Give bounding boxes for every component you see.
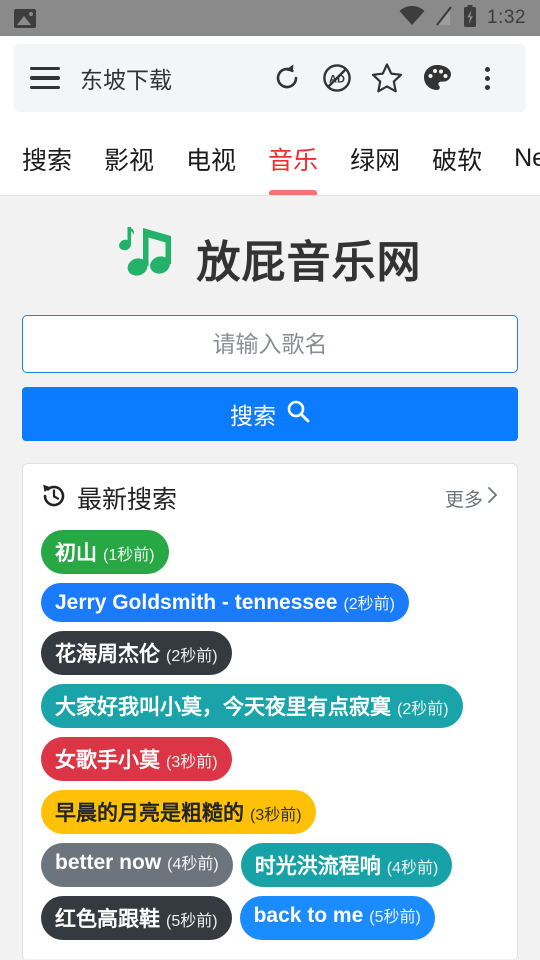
wifi-icon [399,5,425,31]
tab-0[interactable]: 搜索 [6,122,88,195]
search-button[interactable]: 搜索 [22,387,518,441]
history-icon [41,483,67,514]
webpage-content: 放屁音乐网 搜索 最新搜索 [0,196,540,959]
tag-timestamp: (3秒前) [250,807,302,824]
tag-timestamp: (3秒前) [166,754,218,771]
recent-search-tag[interactable]: 花海周杰伦 (2秒前) [41,631,232,675]
recent-search-tag[interactable]: 早晨的月亮是粗糙的 (3秒前) [41,790,316,834]
tag-timestamp: (4秒前) [386,860,439,877]
tab-6[interactable]: New [498,122,540,195]
tag-keyword: 女歌手小莫 [55,749,160,772]
music-note-icon [118,224,183,291]
palette-icon[interactable] [414,55,460,101]
recent-search-tag[interactable]: 女歌手小莫 (3秒前) [41,737,232,781]
recent-searches-more-link[interactable]: 更多 [445,485,499,512]
tab-1[interactable]: 影视 [88,122,170,195]
recent-search-tag[interactable]: 红色高跟鞋 (5秒前) [41,896,232,940]
recent-search-tag[interactable]: 大家好我叫小莫，今天夜里有点寂寞 (2秒前) [41,684,463,728]
browser-toolbar-container: 东坡下载 AD [0,36,540,122]
tag-timestamp: (1秒前) [103,547,155,564]
tab-label: 音乐 [268,146,319,175]
tag-keyword: back to me [253,904,364,927]
tab-3[interactable]: 音乐 [252,122,334,195]
tab-label: 电视 [186,146,237,175]
browser-title: 东坡下载 [80,67,172,93]
category-tab-bar[interactable]: 搜索 影视 电视 音乐 绿网 破软 New [0,122,540,196]
star-icon[interactable] [364,55,410,101]
tab-label: New [514,144,540,172]
browser-toolbar: 东坡下载 AD [14,44,526,112]
recent-searches-title: 最新搜索 [77,486,178,514]
recent-searches-header: 最新搜索 更多 [41,480,499,516]
search-button-label: 搜索 [230,403,276,429]
more-vertical-icon[interactable] [464,55,510,101]
tag-keyword: 红色高跟鞋 [55,908,160,931]
site-branding: 放屁音乐网 [0,196,540,315]
hamburger-menu-icon[interactable] [30,66,60,90]
recent-search-tag-list: 初山 (1秒前) Jerry Goldsmith - tennessee (2秒前) 花… [41,530,499,940]
tag-keyword: 大家好我叫小莫，今天夜里有点寂寞 [55,696,391,719]
recent-search-tag[interactable]: better now (4秒前) [41,843,233,887]
status-bar: 1:32 [0,0,540,36]
recent-search-tag[interactable]: Jerry Goldsmith - tennessee (2秒前) [41,583,409,622]
tab-5[interactable]: 破软 [416,122,498,195]
more-label: 更多 [444,489,483,511]
tag-timestamp: (2秒前) [397,701,449,718]
tag-keyword: 时光洪流程响 [254,855,381,878]
recent-search-tag[interactable]: 时光洪流程响 (4秒前) [240,843,453,887]
ad-block-icon[interactable]: AD [314,55,360,101]
image-icon [14,8,36,28]
tag-keyword: 早晨的月亮是粗糙的 [55,802,244,825]
chevron-right-icon [487,486,499,510]
clock-time: 1:32 [487,7,526,28]
battery-charging-icon [463,4,477,32]
search-input[interactable] [22,315,518,373]
tag-keyword: Jerry Goldsmith - tennessee [55,591,338,614]
recent-searches-card: 最新搜索 更多 初山 (1秒前) Jerry Goldsmith - tenness… [22,463,518,959]
tag-timestamp: (5秒前) [369,909,421,926]
recent-search-tag[interactable]: back to me (5秒前) [239,896,435,940]
tag-timestamp: (4秒前) [167,856,219,873]
tab-4[interactable]: 绿网 [334,122,416,195]
status-bar-right: 1:32 [399,4,526,32]
site-title: 放屁音乐网 [196,237,422,287]
tag-keyword: 花海周杰伦 [55,643,160,666]
tag-timestamp: (5秒前) [166,913,218,930]
status-bar-left [14,8,36,28]
tab-label: 破软 [432,146,483,175]
search-area: 搜索 [0,315,540,441]
tab-2[interactable]: 电视 [170,122,252,195]
tab-label: 影视 [104,146,155,175]
refresh-icon[interactable] [264,55,310,101]
tag-keyword: better now [55,851,162,874]
recent-search-tag[interactable]: 初山 (1秒前) [41,530,169,574]
tab-active-indicator [269,190,318,195]
search-icon [286,399,310,429]
tag-keyword: 初山 [55,542,97,565]
signal-off-icon [435,5,453,31]
tab-label: 搜索 [22,146,73,175]
tag-timestamp: (2秒前) [166,648,218,665]
tag-timestamp: (2秒前) [343,596,395,613]
tab-label: 绿网 [350,146,401,175]
